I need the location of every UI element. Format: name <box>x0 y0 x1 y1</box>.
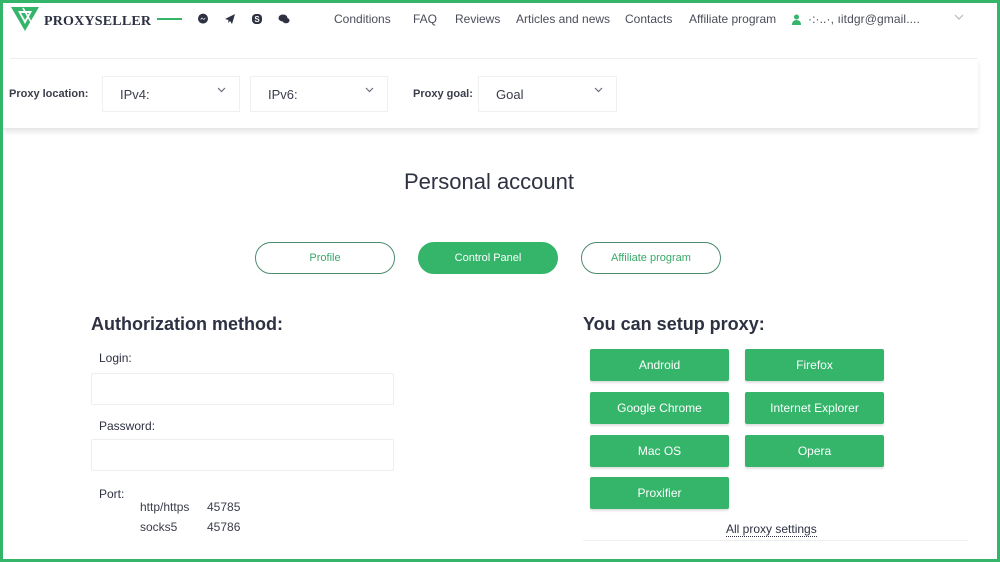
port-protocol-socks5: socks5 <box>140 520 178 534</box>
nav-contacts[interactable]: Contacts <box>625 12 672 26</box>
port-value-http: 45785 <box>207 500 241 514</box>
port-label: Port: <box>99 487 125 501</box>
tab-control-panel[interactable]: Control Panel <box>418 242 558 274</box>
setup-internet-explorer-button[interactable]: Internet Explorer <box>745 392 884 424</box>
chevron-down-icon <box>365 87 374 95</box>
section-divider <box>583 540 968 541</box>
setup-mac-os-button[interactable]: Mac OS <box>590 435 729 467</box>
setup-proxifier-button[interactable]: Proxifier <box>590 477 729 509</box>
page-title: Personal account <box>404 169 574 194</box>
nav-faq[interactable]: FAQ <box>413 12 437 26</box>
ipv6-select[interactable]: IPv6: <box>250 76 388 112</box>
user-email: ·:·..·, ıitdgr@gmail.... <box>808 12 920 26</box>
tab-profile[interactable]: Profile <box>255 242 395 274</box>
tab-affiliate-program[interactable]: Affiliate program <box>581 242 721 274</box>
proxy-location-label: Proxy location: <box>9 88 89 100</box>
setup-firefox-button[interactable]: Firefox <box>745 349 884 381</box>
login-label: Login: <box>99 351 132 365</box>
user-menu[interactable]: ·:·..·, ıitdgr@gmail.... <box>792 12 920 26</box>
setup-proxy-heading: You can setup proxy: <box>583 314 765 334</box>
chevron-down-icon <box>217 87 226 95</box>
port-value-socks5: 45786 <box>207 520 241 534</box>
ipv6-select-value: IPv6: <box>268 86 298 102</box>
skype-icon[interactable]: S <box>250 12 264 26</box>
ipv4-select[interactable]: IPv4: <box>102 76 240 112</box>
authorization-method-heading: Authorization method: <box>91 314 283 334</box>
chevron-down-icon <box>594 87 603 95</box>
chat-icon[interactable] <box>277 12 291 26</box>
all-proxy-settings-link[interactable]: All proxy settings <box>726 522 817 537</box>
nav-articles-and-news[interactable]: Articles and news <box>516 12 610 26</box>
brand-name: PROXYSELLER <box>44 13 152 29</box>
password-label: Password: <box>99 419 156 433</box>
logo-divider <box>157 18 182 20</box>
setup-opera-button[interactable]: Opera <box>745 435 884 467</box>
svg-text:S: S <box>254 15 260 24</box>
proxy-goal-label: Proxy goal: <box>413 88 473 100</box>
telegram-icon[interactable] <box>223 12 237 26</box>
proxyseller-logo-icon <box>10 6 40 37</box>
proxy-goal-select[interactable]: Goal <box>478 76 617 112</box>
nav-affiliate-program[interactable]: Affiliate program <box>689 12 776 26</box>
password-input[interactable] <box>91 439 394 471</box>
login-input[interactable] <box>91 373 394 405</box>
top-nav: PROXYSELLER S Conditions FAQ Reviews Art… <box>0 0 1000 40</box>
user-icon <box>792 14 801 25</box>
ipv4-select-value: IPv4: <box>120 86 150 102</box>
port-protocol-http: http/https <box>140 500 190 514</box>
chevron-down-icon[interactable] <box>954 12 964 23</box>
setup-google-chrome-button[interactable]: Google Chrome <box>590 392 729 424</box>
proxy-goal-select-value: Goal <box>496 86 524 102</box>
messenger-icon[interactable] <box>196 12 210 26</box>
logo[interactable]: PROXYSELLER <box>10 6 151 37</box>
setup-android-button[interactable]: Android <box>590 349 729 381</box>
nav-conditions[interactable]: Conditions <box>334 12 391 26</box>
nav-reviews[interactable]: Reviews <box>455 12 500 26</box>
